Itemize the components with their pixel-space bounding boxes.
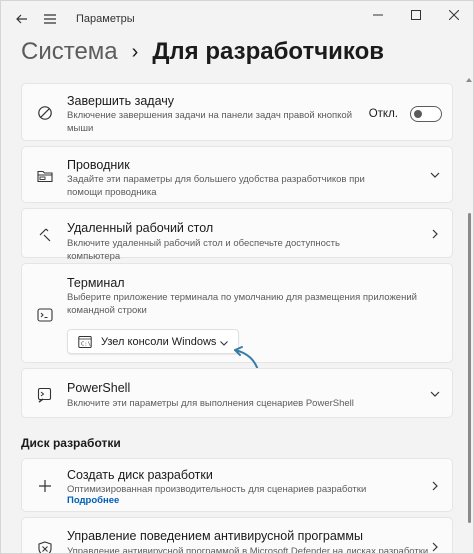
terminal-title: Терминал — [67, 276, 125, 290]
breadcrumb: Система › Для разработчиков — [21, 37, 384, 67]
remote-desktop-card[interactable]: Удаленный рабочий стол Включите удаленны… — [21, 208, 453, 262]
explorer-desc: Задайте эти параметры для большего удобс… — [67, 174, 365, 198]
end-task-toggle-label: Откл. — [368, 108, 398, 120]
remote-desktop-icon — [36, 226, 54, 244]
scroll-up-arrow-icon[interactable] — [465, 71, 473, 82]
terminal-app-select[interactable]: C:\ Узел консоли Windows — [67, 329, 239, 354]
close-icon[interactable] — [439, 5, 469, 25]
shield-icon — [36, 540, 54, 553]
title-bar: Параметры — [1, 1, 473, 37]
powershell-desc: Включите эти параметры для выполнения сц… — [67, 398, 354, 409]
maximize-icon[interactable] — [401, 5, 431, 25]
breadcrumb-separator: › — [131, 40, 139, 63]
create-dev-drive-card[interactable]: Создать диск разработки Оптимизированная… — [21, 458, 453, 512]
explorer-card[interactable]: Проводник Задайте эти параметры для боль… — [21, 146, 453, 203]
explorer-title: Проводник — [67, 158, 130, 172]
powershell-icon — [36, 386, 54, 404]
end-task-card: Завершить задачу Включение завершения за… — [21, 83, 453, 141]
learn-more-link[interactable]: Подробнее — [67, 495, 119, 506]
end-task-title: Завершить задачу — [67, 94, 175, 108]
powershell-card[interactable]: PowerShell Включите эти параметры для вы… — [21, 368, 453, 418]
window-title: Параметры — [76, 13, 135, 25]
chevron-right-icon[interactable] — [428, 540, 442, 553]
chevron-right-icon[interactable] — [428, 227, 442, 241]
powershell-title: PowerShell — [67, 381, 131, 395]
back-arrow-icon[interactable] — [9, 6, 35, 32]
remote-desktop-title: Удаленный рабочий стол — [67, 221, 214, 235]
antivirus-card[interactable]: Управление поведением антивирусной прогр… — [21, 517, 453, 554]
console-icon: C:\ — [78, 335, 92, 349]
chevron-down-icon[interactable] — [428, 387, 442, 401]
toggle-knob — [414, 110, 422, 118]
scroll-down-arrow-icon[interactable] — [465, 546, 473, 553]
vertical-scrollbar[interactable] — [468, 213, 471, 523]
svg-text:C:\: C:\ — [81, 342, 91, 348]
end-task-toggle[interactable] — [410, 106, 442, 122]
terminal-desc: Выберите приложение терминала по умолчан… — [67, 292, 417, 316]
settings-window: Параметры Система › Для разработчиков За… — [0, 0, 474, 554]
plus-icon — [36, 477, 54, 495]
breadcrumb-parent[interactable]: Система — [21, 38, 118, 66]
antivirus-title: Управление поведением антивирусной прогр… — [67, 529, 363, 543]
folder-icon — [36, 167, 54, 185]
page-title: Для разработчиков — [152, 38, 385, 65]
dev-drive-section-label: Диск разработки — [21, 436, 121, 450]
prohibit-icon — [36, 104, 54, 122]
terminal-icon — [36, 306, 54, 324]
terminal-selected-value: Узел консоли Windows — [101, 336, 217, 348]
remote-desktop-desc: Включите удаленный рабочий стол и обеспе… — [67, 238, 340, 262]
antivirus-desc: Управление антивирусной программой в Mic… — [67, 546, 429, 554]
chevron-right-icon[interactable] — [428, 479, 442, 493]
chevron-down-icon[interactable] — [428, 168, 442, 182]
hamburger-menu-icon[interactable] — [37, 6, 63, 32]
end-task-desc: Включение завершения задачи на панели за… — [67, 110, 353, 134]
minimize-icon[interactable] — [363, 5, 393, 25]
create-dev-drive-title: Создать диск разработки — [67, 468, 213, 482]
